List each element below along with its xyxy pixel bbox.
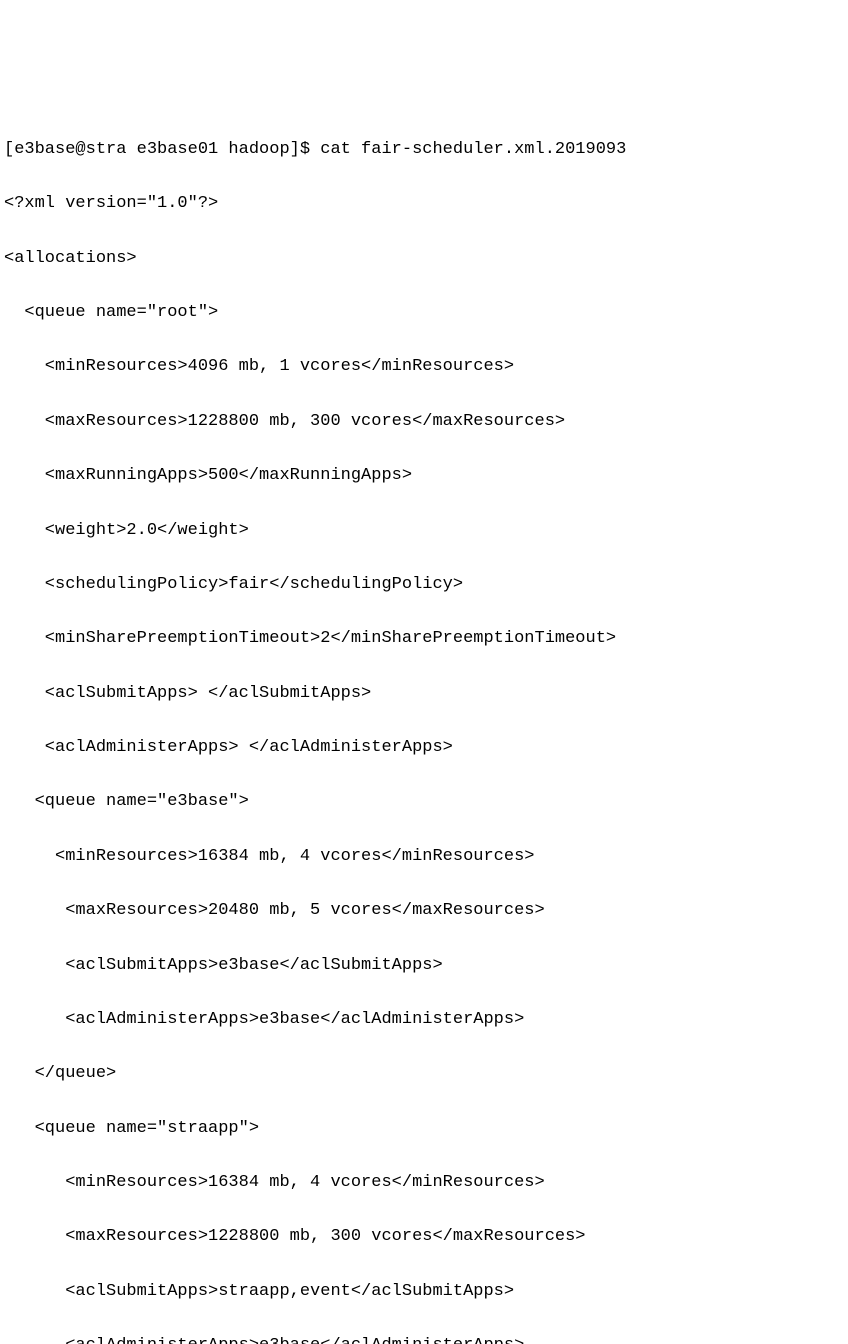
xml-line: </queue> bbox=[4, 1060, 844, 1087]
shell-prompt-line: [e3base@stra e3base01 hadoop]$ cat fair-… bbox=[4, 136, 844, 163]
xml-declaration: <?xml version="1.0"?> bbox=[4, 190, 844, 217]
xml-line: <schedulingPolicy>fair</schedulingPolicy… bbox=[4, 571, 844, 598]
xml-line: <minResources>4096 mb, 1 vcores</minReso… bbox=[4, 353, 844, 380]
terminal-output: [e3base@stra e3base01 hadoop]$ cat fair-… bbox=[0, 109, 848, 1344]
xml-line: <maxResources>1228800 mb, 300 vcores</ma… bbox=[4, 1223, 844, 1250]
xml-line: <queue name="root"> bbox=[4, 299, 844, 326]
xml-line: <aclAdministerApps>e3base</aclAdminister… bbox=[4, 1006, 844, 1033]
xml-line: <maxResources>20480 mb, 5 vcores</maxRes… bbox=[4, 897, 844, 924]
xml-line: <maxResources>1228800 mb, 300 vcores</ma… bbox=[4, 408, 844, 435]
xml-line: <minResources>16384 mb, 4 vcores</minRes… bbox=[4, 1169, 844, 1196]
xml-line: <aclSubmitApps>e3base</aclSubmitApps> bbox=[4, 952, 844, 979]
xml-line: <minSharePreemptionTimeout>2</minSharePr… bbox=[4, 625, 844, 652]
xml-line: <maxRunningApps>500</maxRunningApps> bbox=[4, 462, 844, 489]
xml-line: <queue name="straapp"> bbox=[4, 1115, 844, 1142]
xml-line: <aclSubmitApps>straapp,event</aclSubmitA… bbox=[4, 1278, 844, 1305]
xml-line: <weight>2.0</weight> bbox=[4, 517, 844, 544]
xml-line: <aclAdministerApps>e3base</aclAdminister… bbox=[4, 1332, 844, 1344]
xml-line: <allocations> bbox=[4, 245, 844, 272]
xml-line: <queue name="e3base"> bbox=[4, 788, 844, 815]
xml-line: <aclAdministerApps> </aclAdministerApps> bbox=[4, 734, 844, 761]
xml-line: <aclSubmitApps> </aclSubmitApps> bbox=[4, 680, 844, 707]
xml-line: <minResources>16384 mb, 4 vcores</minRes… bbox=[4, 843, 844, 870]
